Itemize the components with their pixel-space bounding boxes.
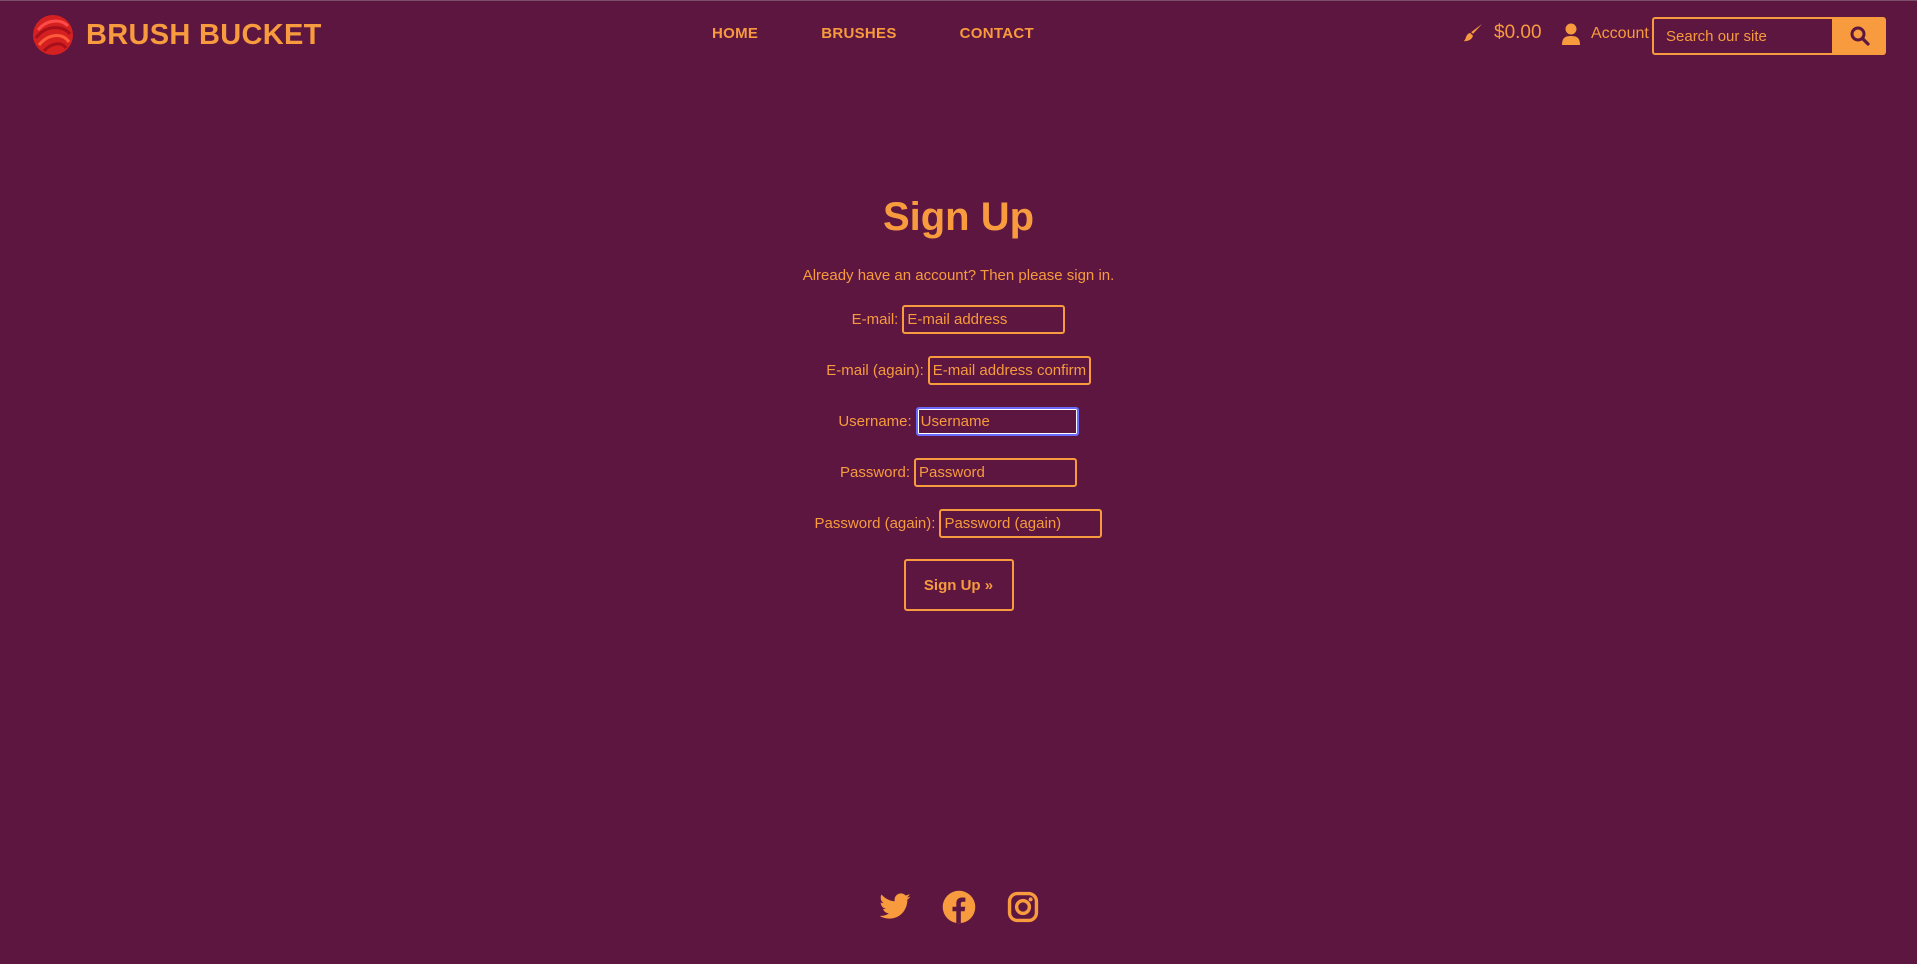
nav-home[interactable]: HOME bbox=[712, 25, 758, 42]
username-label: Username: bbox=[838, 413, 912, 430]
email-label: E-mail: bbox=[851, 311, 899, 328]
signup-button[interactable]: Sign Up » bbox=[903, 559, 1014, 611]
brush-bucket-logo bbox=[33, 15, 73, 55]
search-button[interactable] bbox=[1834, 17, 1886, 55]
email-row: E-mail: bbox=[852, 294, 1066, 345]
password-row: Password: bbox=[839, 447, 1078, 498]
twitter-link[interactable] bbox=[878, 890, 912, 929]
facebook-link[interactable] bbox=[942, 890, 976, 929]
brand-link[interactable]: BRUSH BUCKET bbox=[30, 12, 322, 58]
username-row: Username: bbox=[838, 396, 1079, 447]
instagram-link[interactable] bbox=[1006, 890, 1040, 929]
search-icon bbox=[1850, 26, 1870, 46]
signup-form: E-mail: E-mail (again): Username: Passwo… bbox=[0, 294, 1917, 611]
password-field[interactable] bbox=[914, 458, 1078, 487]
password-label: Password: bbox=[839, 464, 911, 481]
password-confirm-field[interactable] bbox=[939, 509, 1103, 538]
password-confirm-row: Password (again): bbox=[815, 498, 1103, 549]
email-confirm-row: E-mail (again): bbox=[826, 345, 1091, 396]
email-confirm-label: E-mail (again): bbox=[826, 362, 924, 379]
instagram-icon bbox=[1007, 891, 1038, 923]
email-field[interactable] bbox=[902, 305, 1066, 334]
cart-link[interactable]: $0.00 bbox=[1462, 22, 1542, 44]
main-nav: HOME BRUSHES CONTACT bbox=[712, 25, 1034, 42]
nav-contact[interactable]: CONTACT bbox=[960, 25, 1034, 42]
username-field[interactable] bbox=[915, 407, 1079, 436]
account-link[interactable]: Account bbox=[1561, 23, 1649, 45]
brand-name: BRUSH BUCKET bbox=[86, 18, 322, 51]
user-icon bbox=[1562, 23, 1580, 45]
paintbrush-icon bbox=[1463, 23, 1483, 42]
password-confirm-label: Password (again): bbox=[814, 515, 936, 532]
site-header: BRUSH BUCKET HOME BRUSHES CONTACT $0.00 … bbox=[0, 0, 1917, 70]
email-confirm-field[interactable] bbox=[927, 356, 1091, 385]
facebook-icon bbox=[942, 890, 975, 924]
page-title: Sign Up bbox=[882, 195, 1035, 239]
account-label: Account bbox=[1591, 25, 1649, 42]
cart-total: $0.00 bbox=[1494, 22, 1542, 43]
search-input[interactable] bbox=[1652, 17, 1834, 55]
signin-prompt: Already have an account? Then please sig… bbox=[802, 267, 1115, 284]
nav-brushes[interactable]: BRUSHES bbox=[821, 25, 896, 42]
signup-section: Sign Up Already have an account? Then pl… bbox=[0, 195, 1917, 611]
social-links bbox=[0, 890, 1917, 929]
search-form bbox=[1652, 17, 1886, 55]
twitter-icon bbox=[878, 893, 911, 919]
